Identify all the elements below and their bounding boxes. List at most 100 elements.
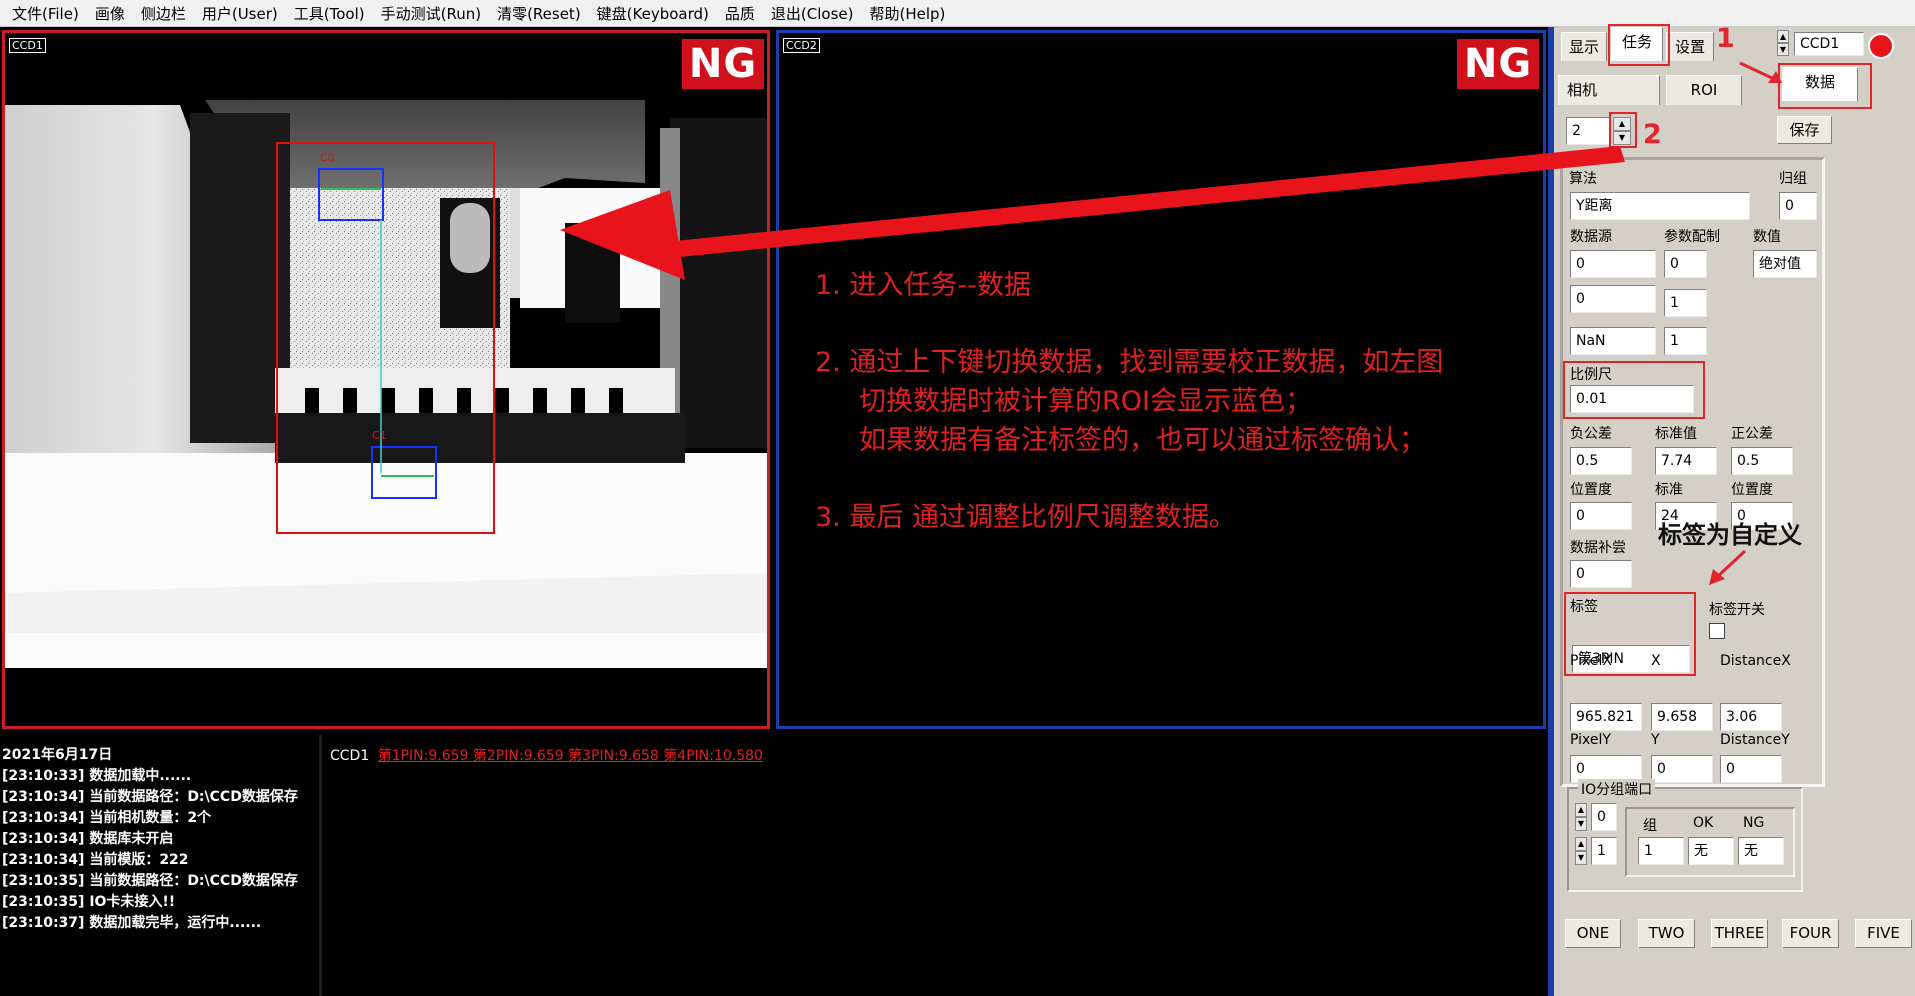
highlight-task-tab xyxy=(1608,24,1670,66)
io-ng-label: NG xyxy=(1743,815,1765,831)
distx-label: DistanceX xyxy=(1720,653,1791,669)
menu-sidebar[interactable]: 侧边栏 xyxy=(133,3,194,24)
five-button[interactable]: FIVE xyxy=(1855,919,1912,948)
io-ng-field[interactable]: 无 xyxy=(1738,837,1784,865)
io-spinner-2[interactable]: ▲ ▼ xyxy=(1575,837,1589,865)
io-title: IO分组端口 xyxy=(1578,779,1656,799)
subtab-roi[interactable]: ROI xyxy=(1666,75,1742,105)
subtab-camera[interactable]: 相机 xyxy=(1558,75,1660,105)
disty-label: DistanceY xyxy=(1720,732,1790,748)
pos-tol-label: 正公差 xyxy=(1731,426,1773,442)
big-arrow-icon xyxy=(560,146,1625,280)
one-button[interactable]: ONE xyxy=(1565,919,1621,948)
menu-bar: 文件(File) 画像 侧边栏 用户(User) 工具(Tool) 手动测试(R… xyxy=(0,0,1915,27)
log-line: [23:10:34] 当前相机数量：2个 xyxy=(2,810,212,826)
result-panel: CCD1 第1PIN:9.659 第2PIN:9.659 第3PIN:9.658… xyxy=(330,745,1545,775)
spin-up-icon[interactable]: ▲ xyxy=(1777,30,1789,43)
group-field[interactable]: 0 xyxy=(1779,192,1817,220)
io-spin-field-2[interactable]: 1 xyxy=(1591,837,1617,865)
spin-down-icon[interactable]: ▼ xyxy=(1575,851,1587,865)
log-line: [23:10:34] 当前模版：222 xyxy=(2,852,189,868)
four-button[interactable]: FOUR xyxy=(1782,919,1839,948)
x-label: X xyxy=(1651,653,1661,669)
menu-image[interactable]: 画像 xyxy=(87,3,133,24)
ccd2-ng-badge: NG xyxy=(1457,39,1539,89)
three-button[interactable]: THREE xyxy=(1711,919,1768,948)
ccd2-view[interactable]: CCD2 NG 1. 进入任务--数据 2. 通过上下键切换数据，找到需要校正数… xyxy=(776,30,1546,729)
pos-tol-field[interactable]: 0.5 xyxy=(1731,447,1793,475)
spin-down-icon[interactable]: ▼ xyxy=(1777,43,1789,56)
status-indicator-icon xyxy=(1868,33,1894,59)
tab-settings[interactable]: 设置 xyxy=(1666,32,1714,61)
two-button[interactable]: TWO xyxy=(1638,919,1695,948)
arrow-to-tag-icon xyxy=(1709,549,1747,585)
param-field-3[interactable]: 1 xyxy=(1664,327,1707,355)
tab-display[interactable]: 显示 xyxy=(1561,32,1607,61)
ccd-spinner[interactable]: ▲ ▼ xyxy=(1777,30,1792,57)
arrow-to-data-icon xyxy=(1739,61,1782,83)
y-label: Y xyxy=(1651,732,1660,748)
annotation-step2-line2: 切换数据时被计算的ROI会显示蓝色； xyxy=(859,386,1312,417)
menu-keyboard[interactable]: 键盘(Keyboard) xyxy=(589,3,717,24)
roi-label-c0: C0 xyxy=(320,151,335,164)
compensation-field[interactable]: 0 xyxy=(1570,560,1632,588)
spin-down-icon[interactable]: ▼ xyxy=(1575,817,1587,831)
tag-note-annotation: 标签为自定义 xyxy=(1658,521,1802,549)
annotation-step3: 3. 最后 通过调整比例尺调整数据。 xyxy=(815,502,1236,533)
group-label: 归组 xyxy=(1779,171,1807,187)
pixelx-label: PixelX xyxy=(1570,653,1612,669)
annotation-step2-line3: 如果数据有备注标签的，也可以通过标签确认； xyxy=(859,425,1426,456)
ccd2-tag: CCD2 xyxy=(783,38,820,53)
result-prefix: CCD1 xyxy=(330,748,370,764)
disty-field[interactable]: 0 xyxy=(1720,755,1782,783)
menu-quality[interactable]: 品质 xyxy=(717,3,763,24)
ccd-select[interactable]: CCD1 xyxy=(1794,32,1864,56)
highlight-scale xyxy=(1563,361,1705,419)
tag-switch-checkbox[interactable] xyxy=(1709,623,1725,639)
neg-tol-field[interactable]: 0.5 xyxy=(1570,447,1632,475)
param-field-1[interactable]: 0 xyxy=(1664,250,1707,278)
io-spinner-1[interactable]: ▲ ▼ xyxy=(1575,803,1589,831)
source-field-3[interactable]: NaN xyxy=(1570,327,1656,355)
distx-field[interactable]: 3.06 xyxy=(1720,703,1782,731)
ccd1-image xyxy=(5,100,767,726)
ccd1-tag: CCD1 xyxy=(9,38,46,53)
spin-up-icon[interactable]: ▲ xyxy=(1575,837,1587,851)
menu-tool[interactable]: 工具(Tool) xyxy=(286,3,373,24)
roi-label-c1: C1 xyxy=(372,429,387,442)
menu-run[interactable]: 手动测试(Run) xyxy=(373,3,489,24)
menu-user[interactable]: 用户(User) xyxy=(194,3,286,24)
menu-close[interactable]: 退出(Close) xyxy=(763,3,862,24)
ccd1-ng-badge: NG xyxy=(682,39,764,89)
log-line: [23:10:35] IO卡未接入!! xyxy=(2,894,176,910)
menu-reset[interactable]: 清零(Reset) xyxy=(489,3,589,24)
io-spin-field-1[interactable]: 0 xyxy=(1591,803,1617,831)
compensation-label: 数据补尝 xyxy=(1570,540,1626,556)
log-panel: 2021年6月17日 [23:10:33] 数据加载中...... [23:10… xyxy=(0,735,322,996)
std-val-field[interactable]: 7.74 xyxy=(1655,447,1717,475)
value-mode-field[interactable]: 绝对值 xyxy=(1753,250,1817,278)
pixelx-field[interactable]: 965.821 xyxy=(1570,703,1642,731)
menu-file[interactable]: 文件(File) xyxy=(4,3,87,24)
log-line: [23:10:37] 数据加载完毕，运行中...... xyxy=(2,915,262,931)
io-group-label: 组 xyxy=(1643,818,1657,834)
std-val-label: 标准值 xyxy=(1655,426,1697,442)
position-field[interactable]: 0 xyxy=(1570,502,1632,530)
standard-label: 标准 xyxy=(1655,482,1683,498)
log-line: [23:10:34] 数据库未开启 xyxy=(2,831,174,847)
neg-tol-label: 负公差 xyxy=(1570,426,1612,442)
position-label: 位置度 xyxy=(1570,482,1612,498)
io-ok-field[interactable]: 无 xyxy=(1688,837,1734,865)
param-field-2[interactable]: 1 xyxy=(1664,289,1707,317)
menu-help[interactable]: 帮助(Help) xyxy=(861,3,953,24)
pixely-label: PixelY xyxy=(1570,732,1611,748)
save-button[interactable]: 保存 xyxy=(1777,116,1832,144)
log-date: 2021年6月17日 xyxy=(2,747,113,763)
ccd1-view[interactable]: CCD1 NG C0 C1 xyxy=(2,30,770,729)
io-group-field[interactable]: 1 xyxy=(1638,837,1684,865)
spin-up-icon[interactable]: ▲ xyxy=(1575,803,1587,817)
param-label: 参数配制 xyxy=(1664,229,1720,245)
log-line: [23:10:35] 当前数据路径：D:\CCD数据保存 xyxy=(2,873,298,889)
x-field[interactable]: 9.658 xyxy=(1651,703,1713,731)
y-field[interactable]: 0 xyxy=(1651,755,1713,783)
